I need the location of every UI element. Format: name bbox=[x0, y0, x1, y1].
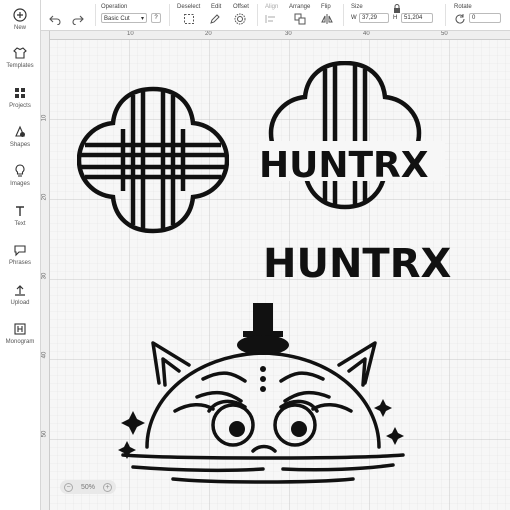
upload-icon bbox=[15, 285, 25, 296]
offset-icon[interactable] bbox=[234, 13, 246, 25]
huntrx-logo-design[interactable]: HUNTRX bbox=[263, 237, 485, 285]
huntrx-logo-text: HUNTRX bbox=[259, 145, 429, 186]
left-sidebar: New Templates Projects Shapes Images Tex… bbox=[0, 0, 41, 510]
rotate-label: Rotate bbox=[454, 4, 472, 10]
height-label: H bbox=[393, 15, 398, 21]
sidebar-item-images[interactable]: Images bbox=[0, 164, 40, 202]
tiger-peek-design[interactable] bbox=[113, 299, 413, 489]
monogram-icon bbox=[14, 323, 26, 335]
ruler-number: 40 bbox=[41, 351, 48, 359]
chevron-down-icon: ▾ bbox=[140, 16, 144, 22]
sidebar-item-text[interactable]: Text bbox=[0, 204, 40, 242]
zoom-control: − 50% + bbox=[60, 480, 116, 494]
sidebar-label: Images bbox=[10, 181, 30, 187]
zoom-in-button[interactable]: + bbox=[102, 482, 112, 492]
ruler-number: 50 bbox=[41, 430, 48, 438]
redo-icon[interactable] bbox=[72, 13, 84, 25]
sidebar-item-phrases[interactable]: Phrases bbox=[0, 243, 40, 281]
toolbar-divider bbox=[445, 4, 446, 26]
zoom-out-button[interactable]: − bbox=[64, 482, 73, 492]
arrange-label: Arrange bbox=[289, 4, 311, 10]
sidebar-label: Shapes bbox=[9, 142, 31, 148]
rotate-icon bbox=[455, 14, 465, 24]
align-label: Align bbox=[265, 4, 279, 10]
operation-value: Basic Cut bbox=[104, 16, 130, 22]
ruler-number: 10 bbox=[41, 114, 48, 122]
toolbar-divider bbox=[343, 4, 344, 26]
ruler-number: 20 bbox=[41, 193, 48, 201]
flip-icon[interactable] bbox=[321, 13, 333, 25]
text-icon bbox=[16, 206, 24, 216]
sidebar-label: Projects bbox=[9, 103, 31, 109]
flip-label: Flip bbox=[321, 4, 331, 10]
sidebar-item-monogram[interactable]: Monogram bbox=[0, 322, 40, 360]
ruler-top: 10 20 30 40 50 bbox=[41, 31, 510, 40]
rotate-input[interactable]: 0 bbox=[469, 13, 501, 23]
ruler-number: 30 bbox=[285, 31, 292, 37]
projects-icon bbox=[15, 88, 25, 98]
ruler-number: 30 bbox=[41, 272, 48, 280]
sidebar-item-new[interactable]: New bbox=[0, 8, 40, 46]
undo-icon[interactable] bbox=[49, 13, 61, 25]
ruler-number: 10 bbox=[127, 31, 134, 37]
sidebar-label: Upload bbox=[10, 300, 30, 306]
huntrx-logo-text: HUNTRX bbox=[263, 241, 452, 285]
size-label: Size bbox=[351, 4, 363, 10]
deselect-label: Deselect bbox=[177, 4, 201, 10]
height-input[interactable]: 51,204 bbox=[401, 13, 433, 23]
ruler-number: 50 bbox=[441, 31, 448, 37]
sidebar-item-templates[interactable]: Templates bbox=[0, 46, 40, 84]
sidebar-item-upload[interactable]: Upload bbox=[0, 283, 40, 321]
sidebar-item-projects[interactable]: Projects bbox=[0, 86, 40, 124]
ruler-number: 20 bbox=[205, 31, 212, 37]
align-icon[interactable] bbox=[265, 13, 277, 25]
operation-help-button[interactable]: ? bbox=[151, 13, 161, 23]
lock-icon[interactable] bbox=[393, 4, 401, 13]
lightbulb-icon bbox=[15, 164, 25, 177]
pencil-icon[interactable] bbox=[209, 13, 221, 25]
ruler-left: 10 20 30 40 50 bbox=[41, 31, 50, 510]
operation-select[interactable]: Basic Cut ▾ bbox=[101, 13, 147, 23]
arrange-icon[interactable] bbox=[294, 13, 306, 25]
plus-circle-icon bbox=[13, 8, 27, 22]
ruler-number: 40 bbox=[363, 31, 370, 37]
zoom-value: 50% bbox=[80, 483, 95, 491]
monogram-huntrx-design[interactable]: HUNTRX bbox=[255, 61, 445, 211]
top-toolbar: Operation Basic Cut ▾ ? Deselect Edit Off… bbox=[41, 0, 510, 31]
sidebar-label: Text bbox=[14, 221, 26, 227]
width-input[interactable]: 37,29 bbox=[359, 13, 389, 23]
speech-bubble-icon bbox=[14, 245, 26, 257]
toolbar-divider bbox=[95, 4, 96, 26]
operation-label: Operation bbox=[101, 4, 128, 10]
sidebar-label: Templates bbox=[6, 63, 34, 69]
toolbar-divider bbox=[169, 4, 170, 26]
width-label: W bbox=[351, 15, 357, 21]
shirt-icon bbox=[13, 47, 27, 59]
shapes-icon bbox=[15, 125, 25, 137]
monogram-design[interactable] bbox=[77, 85, 229, 235]
deselect-icon[interactable] bbox=[183, 13, 195, 25]
sidebar-item-shapes[interactable]: Shapes bbox=[0, 125, 40, 163]
design-canvas[interactable]: 10 20 30 40 50 10 20 30 40 50 HUNTRX HUN… bbox=[41, 31, 510, 510]
offset-label: Offset bbox=[233, 4, 249, 10]
sidebar-label: New bbox=[13, 25, 26, 31]
toolbar-divider bbox=[257, 4, 258, 26]
edit-label: Edit bbox=[211, 4, 222, 10]
sidebar-label: Phrases bbox=[8, 260, 31, 266]
sidebar-label: Monogram bbox=[5, 339, 35, 345]
